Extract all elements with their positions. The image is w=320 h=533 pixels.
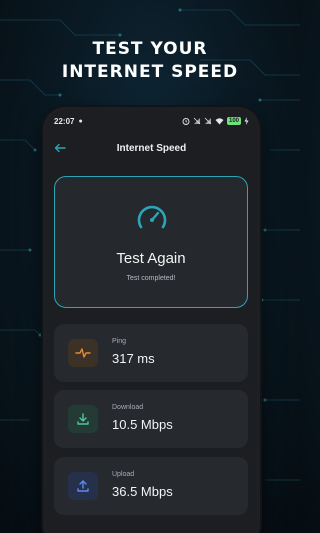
- upload-value: 36.5 Mbps: [112, 484, 173, 499]
- download-card: Download 10.5 Mbps: [54, 390, 248, 448]
- test-again-button[interactable]: Test Again Test completed!: [54, 176, 248, 308]
- upload-icon: [68, 472, 98, 500]
- test-status-text: Test completed!: [126, 275, 176, 282]
- download-label: Download: [112, 404, 144, 411]
- page-title: Internet Speed: [116, 142, 187, 154]
- upload-card: Upload 36.5 Mbps: [54, 457, 248, 515]
- status-time: 22:07: [54, 116, 75, 126]
- battery-icon: 100: [226, 117, 241, 125]
- test-again-label: Test Again: [116, 250, 186, 267]
- download-value: 10.5 Mbps: [112, 417, 173, 432]
- phone-frame: 22:07 ● 100 Internet Speed Test Again Te…: [43, 107, 260, 533]
- download-icon: [68, 405, 98, 433]
- charging-icon: [244, 117, 249, 125]
- back-arrow-icon[interactable]: [52, 140, 68, 156]
- message-notification-icon: ●: [78, 117, 83, 125]
- speedometer-icon: [137, 205, 167, 229]
- pulse-icon: [68, 339, 98, 367]
- status-bar: 22:07 ● 100: [46, 110, 257, 132]
- ping-value: 317 ms: [112, 351, 155, 366]
- ping-label: Ping: [112, 338, 127, 345]
- status-icons: 100: [182, 117, 249, 125]
- phone-screen: 22:07 ● 100 Internet Speed Test Again Te…: [46, 110, 257, 533]
- promo-headline: TEST YOUR INTERNET SPEED: [0, 38, 300, 84]
- upload-label: Upload: [112, 471, 135, 478]
- signal-off-icon: [193, 117, 201, 125]
- promo-line-2: INTERNET SPEED: [61, 62, 239, 82]
- app-header: Internet Speed: [46, 136, 257, 160]
- alarm-icon: [182, 118, 190, 125]
- wifi-icon: [215, 118, 224, 125]
- ping-card: Ping 317 ms: [54, 324, 248, 382]
- promo-line-1: TEST YOUR: [92, 39, 208, 59]
- signal-off-2-icon: [204, 117, 212, 125]
